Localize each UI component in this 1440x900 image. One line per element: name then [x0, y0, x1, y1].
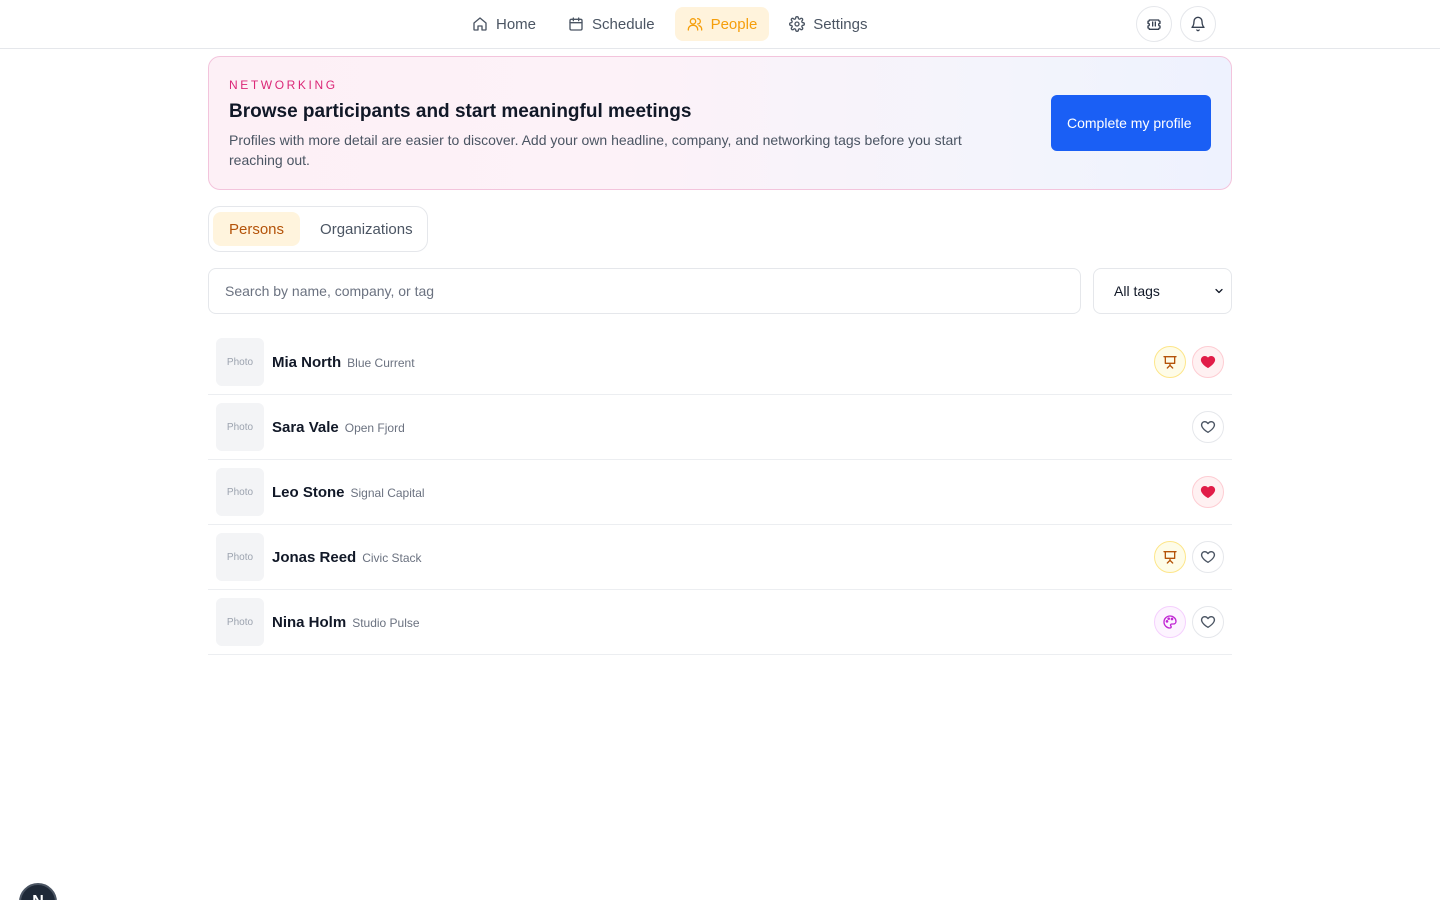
top-bar: Home Schedule People Settings — [0, 0, 1440, 49]
networking-banner: NETWORKING Browse participants and start… — [208, 56, 1232, 190]
row-actions — [1154, 346, 1224, 378]
row-actions — [1154, 606, 1224, 638]
directory-tabs: Persons Organizations — [208, 206, 428, 252]
users-icon — [687, 18, 702, 31]
person-name: Nina Holm Studio Pulse — [272, 614, 420, 631]
favorite-button[interactable] — [1192, 606, 1224, 638]
avatar: Photo — [216, 533, 264, 581]
complete-profile-button[interactable]: Complete my profile — [1051, 95, 1211, 151]
people-list: Photo Mia North Blue Current Photo Sara V… — [208, 330, 1232, 655]
dev-tools-badge[interactable]: N — [19, 883, 57, 900]
nav-settings-label: Settings — [813, 15, 868, 33]
presentation-icon — [1163, 551, 1177, 564]
notifications-button[interactable] — [1180, 6, 1216, 42]
favorite-button[interactable] — [1192, 346, 1224, 378]
chevron-down-icon — [1215, 288, 1223, 294]
person-company: Open Fjord — [344, 421, 405, 435]
heart-filled-icon — [1200, 486, 1216, 498]
favorite-button[interactable] — [1192, 476, 1224, 508]
nav-people[interactable]: People — [674, 7, 770, 41]
list-item[interactable]: Photo Jonas Reed Civic Stack — [208, 525, 1232, 590]
nav-home[interactable]: Home — [460, 7, 548, 41]
heart-icon — [1200, 616, 1216, 628]
person-company: Blue Current — [347, 356, 415, 370]
person-company: Signal Capital — [350, 486, 425, 500]
banner-description: Profiles with more detail are easier to … — [229, 132, 962, 168]
heart-icon — [1200, 551, 1216, 563]
list-item[interactable]: Photo Nina Holm Studio Pulse — [208, 590, 1232, 655]
tag-filter-select[interactable]: All tags — [1093, 268, 1232, 314]
home-icon — [473, 17, 487, 31]
tag-filter-value: All tags — [1114, 283, 1160, 299]
person-name: Jonas Reed Civic Stack — [272, 549, 422, 566]
avatar: Photo — [216, 598, 264, 646]
nav-schedule-label: Schedule — [592, 15, 655, 33]
calendar-icon — [569, 17, 583, 31]
list-item[interactable]: Photo Mia North Blue Current — [208, 330, 1232, 395]
person-name: Mia North Blue Current — [272, 354, 415, 371]
favorite-button[interactable] — [1192, 411, 1224, 443]
speaker-badge — [1154, 541, 1186, 573]
heart-icon — [1200, 421, 1216, 433]
avatar: Photo — [216, 468, 264, 516]
row-actions — [1192, 476, 1224, 508]
heart-filled-icon — [1200, 356, 1216, 368]
main-nav: Home Schedule People Settings — [460, 7, 880, 41]
creative-badge — [1154, 606, 1186, 638]
bell-icon — [1191, 16, 1205, 32]
search-input[interactable] — [208, 268, 1081, 314]
presentation-icon — [1163, 356, 1177, 369]
ticket-button[interactable] — [1136, 6, 1172, 42]
person-company: Studio Pulse — [352, 616, 420, 630]
nav-settings[interactable]: Settings — [777, 7, 879, 41]
avatar: Photo — [216, 338, 264, 386]
nav-people-label: People — [710, 15, 758, 33]
gear-icon — [789, 16, 806, 32]
nav-schedule[interactable]: Schedule — [556, 7, 667, 41]
person-name: Leo Stone Signal Capital — [272, 484, 425, 501]
list-item[interactable]: Photo Leo Stone Signal Capital — [208, 460, 1232, 525]
ticket-icon — [1147, 19, 1161, 30]
row-actions — [1192, 411, 1224, 443]
favorite-button[interactable] — [1192, 541, 1224, 573]
palette-icon — [1163, 615, 1177, 629]
banner-title: Browse participants and start meaningful… — [229, 101, 692, 122]
list-item[interactable]: Photo Sara Vale Open Fjord — [208, 395, 1232, 460]
nav-home-label: Home — [496, 15, 537, 33]
avatar: Photo — [216, 403, 264, 451]
speaker-badge — [1154, 346, 1186, 378]
tab-organizations[interactable]: Organizations — [304, 212, 429, 246]
row-actions — [1154, 541, 1224, 573]
person-name: Sara Vale Open Fjord — [272, 419, 405, 436]
banner-eyebrow: NETWORKING — [229, 78, 338, 92]
tab-persons[interactable]: Persons — [213, 212, 301, 246]
person-company: Civic Stack — [362, 551, 422, 565]
